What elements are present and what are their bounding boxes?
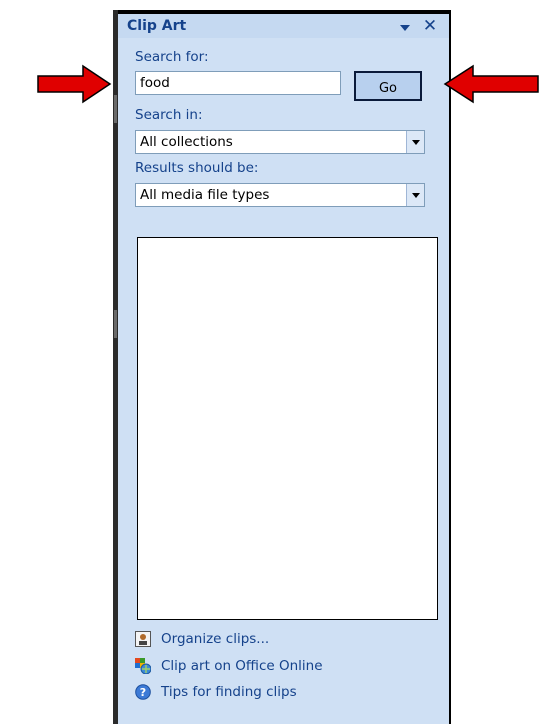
- svg-text:?: ?: [140, 686, 146, 699]
- edge-mark: [114, 310, 117, 338]
- search-for-label: Search for:: [135, 49, 209, 65]
- organize-clips-link[interactable]: Organize clips...: [135, 629, 269, 649]
- results-type-label: Results should be:: [135, 160, 259, 176]
- search-in-select[interactable]: All collections: [135, 130, 425, 154]
- pane-titlebar: Clip Art ✕: [118, 14, 449, 38]
- organize-clips-label: Organize clips...: [161, 631, 270, 647]
- left-callout-arrow-icon: [37, 64, 112, 104]
- results-type-value: All media file types: [140, 187, 270, 203]
- chevron-down-icon[interactable]: [406, 131, 424, 153]
- clip-art-task-pane: Clip Art ✕ Search for: food Go Search in…: [118, 14, 449, 724]
- office-online-link[interactable]: Clip art on Office Online: [135, 656, 323, 676]
- office-online-label: Clip art on Office Online: [161, 658, 323, 674]
- go-button[interactable]: Go: [354, 71, 422, 101]
- search-input[interactable]: food: [135, 71, 341, 95]
- office-online-icon: [135, 658, 152, 675]
- pane-options-dropdown-icon[interactable]: [398, 20, 412, 34]
- chevron-down-icon[interactable]: [406, 184, 424, 206]
- help-icon: ?: [135, 684, 151, 700]
- pane-title: Clip Art: [127, 18, 187, 34]
- results-list[interactable]: [137, 237, 438, 620]
- results-type-select[interactable]: All media file types: [135, 183, 425, 207]
- search-in-label: Search in:: [135, 107, 203, 123]
- close-icon[interactable]: ✕: [421, 17, 439, 35]
- tips-link[interactable]: ? Tips for finding clips: [135, 682, 297, 702]
- edge-mark: [114, 95, 117, 123]
- right-callout-arrow-icon: [443, 64, 539, 104]
- organize-clips-icon: [135, 631, 151, 647]
- tips-label: Tips for finding clips: [161, 684, 297, 700]
- search-in-value: All collections: [140, 134, 233, 150]
